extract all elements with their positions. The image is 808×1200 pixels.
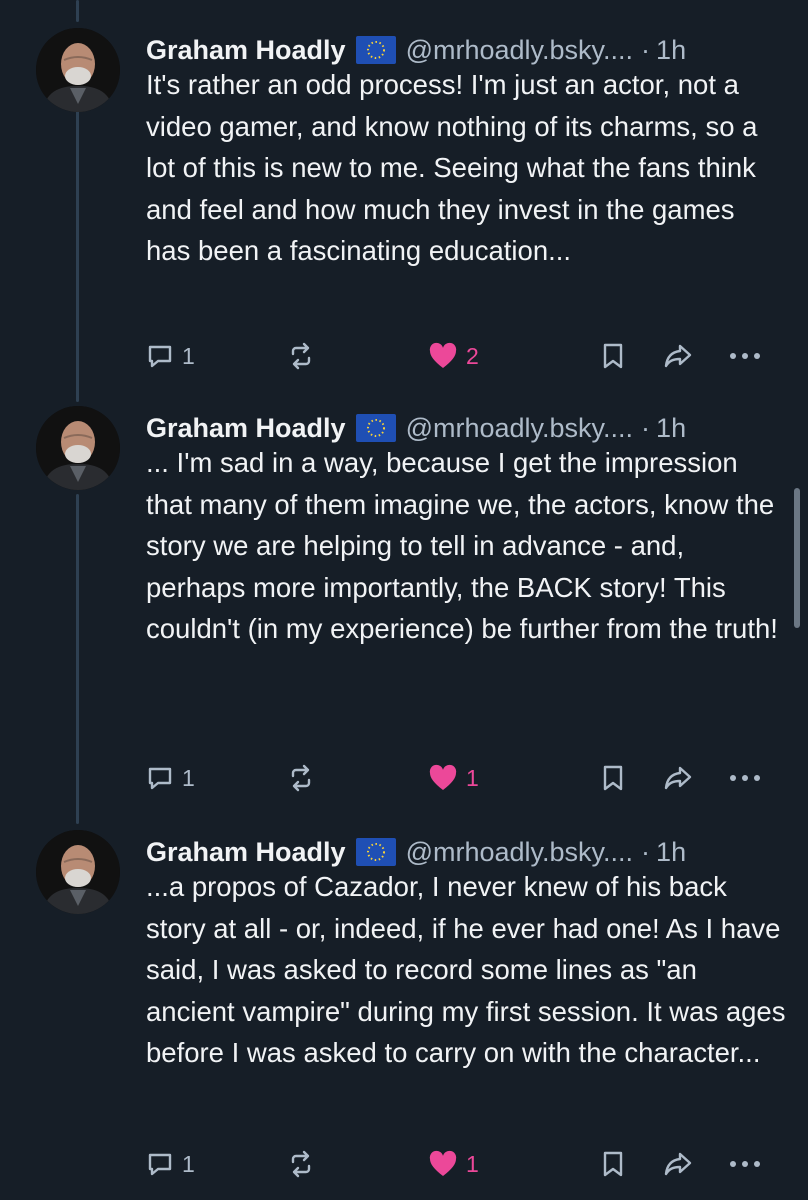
heart-icon — [428, 764, 458, 792]
reply-count: 1 — [182, 342, 195, 369]
avatar[interactable] — [36, 406, 120, 490]
post-text: It's rather an odd process! I'm just an … — [146, 69, 758, 266]
like-button[interactable]: 2 — [428, 336, 479, 376]
avatar[interactable] — [36, 28, 120, 112]
reply-count: 1 — [182, 1150, 195, 1177]
reply-button[interactable]: 1 — [146, 758, 195, 798]
repost-button[interactable] — [286, 758, 316, 798]
heart-icon — [428, 342, 458, 370]
thread-line — [76, 106, 79, 402]
more-icon — [728, 773, 762, 783]
reply-icon — [146, 342, 174, 370]
post-actions: 1 1 — [146, 758, 776, 798]
eu-flag-icon — [355, 36, 396, 64]
more-button[interactable] — [728, 758, 762, 798]
like-count: 2 — [466, 342, 479, 369]
reply-icon — [146, 764, 174, 792]
share-icon — [662, 1149, 694, 1179]
bookmark-icon — [600, 1149, 626, 1179]
share-icon — [662, 763, 694, 793]
post-actions: 1 1 — [146, 1144, 776, 1184]
more-icon — [728, 351, 762, 361]
author-name[interactable]: Graham Hoadly — [146, 35, 346, 66]
bookmark-button[interactable] — [600, 758, 626, 798]
thread-line — [76, 0, 79, 22]
like-count: 1 — [466, 1150, 479, 1177]
post-text: ...a propos of Cazador, I never knew of … — [146, 871, 786, 1068]
share-icon — [662, 341, 694, 371]
eu-flag-icon — [355, 414, 396, 442]
separator: · — [641, 412, 651, 443]
reply-button[interactable]: 1 — [146, 1144, 195, 1184]
post-time[interactable]: 1h — [656, 413, 686, 444]
bookmark-icon — [600, 341, 626, 371]
like-button[interactable]: 1 — [428, 1144, 479, 1184]
thread-line — [76, 494, 79, 824]
scrollbar[interactable] — [794, 488, 800, 628]
like-count: 1 — [466, 764, 479, 791]
more-button[interactable] — [728, 1144, 762, 1184]
repost-icon — [286, 1149, 316, 1179]
eu-flag-icon — [355, 838, 396, 866]
post-time[interactable]: 1h — [656, 837, 686, 868]
more-button[interactable] — [728, 336, 762, 376]
author-name[interactable]: Graham Hoadly — [146, 413, 346, 444]
more-icon — [728, 1159, 762, 1169]
repost-icon — [286, 763, 316, 793]
author-handle[interactable]: @mrhoadly.bsky.... — [406, 413, 633, 444]
reply-button[interactable]: 1 — [146, 336, 195, 376]
repost-button[interactable] — [286, 1144, 316, 1184]
post-actions: 1 2 — [146, 336, 776, 376]
bookmark-button[interactable] — [600, 1144, 626, 1184]
author-handle[interactable]: @mrhoadly.bsky.... — [406, 35, 633, 66]
author-name[interactable]: Graham Hoadly — [146, 837, 346, 868]
post-text: ... I'm sad in a way, because I get the … — [146, 447, 778, 644]
share-button[interactable] — [662, 1144, 694, 1184]
separator: · — [641, 836, 651, 867]
share-button[interactable] — [662, 336, 694, 376]
avatar[interactable] — [36, 830, 120, 914]
like-button[interactable]: 1 — [428, 758, 479, 798]
separator: · — [641, 34, 651, 65]
share-button[interactable] — [662, 758, 694, 798]
reply-icon — [146, 1150, 174, 1178]
post-time[interactable]: 1h — [656, 35, 686, 66]
bookmark-icon — [600, 763, 626, 793]
author-handle[interactable]: @mrhoadly.bsky.... — [406, 837, 633, 868]
post-thread: Graham Hoadly @mrhoadly.bsky.... · 1h It… — [0, 0, 808, 1200]
heart-icon — [428, 1150, 458, 1178]
reply-count: 1 — [182, 764, 195, 791]
repost-button[interactable] — [286, 336, 316, 376]
bookmark-button[interactable] — [600, 336, 626, 376]
repost-icon — [286, 341, 316, 371]
